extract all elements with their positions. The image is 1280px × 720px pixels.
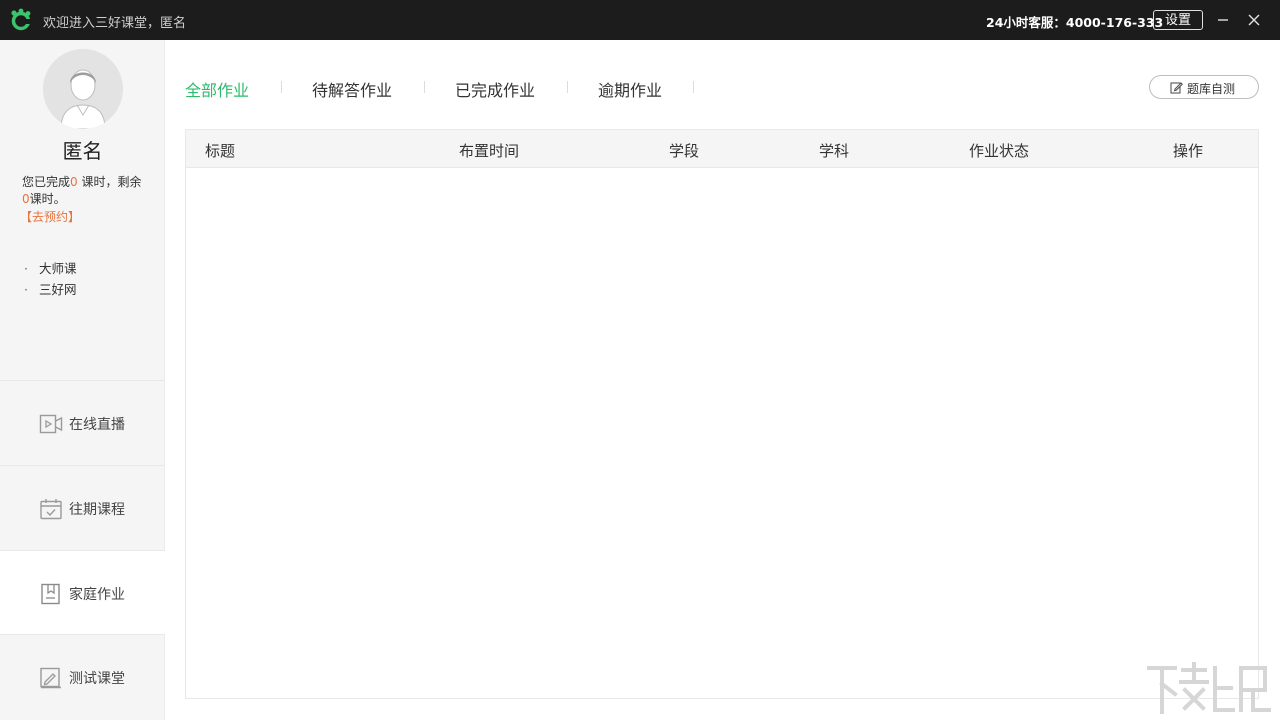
minimize-icon[interactable] xyxy=(1213,10,1233,30)
link-master-class[interactable]: · 大师课 xyxy=(24,258,77,279)
nav-label: 测试课堂 xyxy=(69,671,125,687)
calendar-check-icon xyxy=(40,499,62,520)
selftest-label: 题库自测 xyxy=(1187,82,1236,96)
hotline-text: 24小时客服：4000-176-333 xyxy=(986,15,1164,30)
column-header-grade-level: 学段 xyxy=(669,142,700,160)
app-logo-icon xyxy=(11,8,31,31)
nav-homework[interactable]: 家庭作业 xyxy=(0,550,165,635)
bullet-icon: · xyxy=(24,282,28,297)
tab-pending-homework[interactable]: 待解答作业 xyxy=(312,77,392,101)
user-name: 匿名 xyxy=(62,139,103,163)
lesson-progress-text: 您已完成0 课时，剩余0课时。 xyxy=(22,174,142,208)
remaining-count: 0 xyxy=(22,192,30,206)
watermark-logo-icon xyxy=(1147,662,1271,714)
column-header-subject: 学科 xyxy=(819,142,850,160)
column-header-actions: 操作 xyxy=(1173,142,1204,160)
test-icon xyxy=(40,667,61,689)
sidebar: 匿名 您已完成0 课时，剩余0课时。 【去预约】 · 大师课 · 三好网 在线直播 … xyxy=(0,40,165,720)
nav-label: 在线直播 xyxy=(69,417,125,433)
title-bar: 欢迎进入三好课堂，匿名 24小时客服：4000-176-333 设置 xyxy=(0,0,1280,40)
nav-label: 往期课程 xyxy=(69,502,125,518)
column-header-title: 标题 xyxy=(205,142,236,160)
tab-completed-homework[interactable]: 已完成作业 xyxy=(455,77,535,101)
homework-icon xyxy=(41,583,60,605)
nav-past-courses[interactable]: 往期课程 xyxy=(0,465,165,550)
tab-divider xyxy=(281,81,282,93)
progress-suffix: 课时。 xyxy=(29,192,66,206)
link-label: 大师课 xyxy=(39,261,77,276)
video-icon xyxy=(39,414,63,434)
tab-all-homework[interactable]: 全部作业 xyxy=(185,77,249,101)
tab-overdue-homework[interactable]: 逾期作业 xyxy=(598,77,662,101)
progress-middle: 课时，剩余 xyxy=(77,175,142,189)
sidebar-links: · 大师课 · 三好网 xyxy=(24,258,77,300)
nav-test-classroom[interactable]: 测试课堂 xyxy=(0,634,165,719)
bullet-icon: · xyxy=(24,261,28,276)
settings-button[interactable]: 设置 xyxy=(1153,10,1203,30)
completed-count: 0 xyxy=(70,175,78,189)
welcome-text: 欢迎进入三好课堂，匿名 xyxy=(43,16,187,31)
close-icon[interactable] xyxy=(1244,10,1264,30)
link-sanhao-site[interactable]: · 三好网 xyxy=(24,279,77,300)
question-bank-selftest-button[interactable]: 题库自测 xyxy=(1149,75,1259,99)
link-label: 三好网 xyxy=(39,282,77,297)
nav-online-live[interactable]: 在线直播 xyxy=(0,380,165,465)
tab-divider xyxy=(424,81,425,93)
column-header-assigned-time: 布置时间 xyxy=(459,142,520,160)
table-header: 标题 布置时间 学段 学科 作业状态 操作 xyxy=(186,130,1258,168)
progress-prefix: 您已完成 xyxy=(22,175,71,189)
column-header-status: 作业状态 xyxy=(969,142,1030,160)
tab-divider xyxy=(567,81,568,93)
nav-label: 家庭作业 xyxy=(69,587,125,603)
user-avatar-icon xyxy=(43,49,123,129)
avatar[interactable] xyxy=(43,49,123,129)
homework-table: 标题 布置时间 学段 学科 作业状态 操作 xyxy=(185,129,1259,699)
reserve-link[interactable]: 【去预约】 xyxy=(20,208,80,225)
tab-divider xyxy=(693,81,694,93)
edit-icon xyxy=(1170,82,1183,94)
